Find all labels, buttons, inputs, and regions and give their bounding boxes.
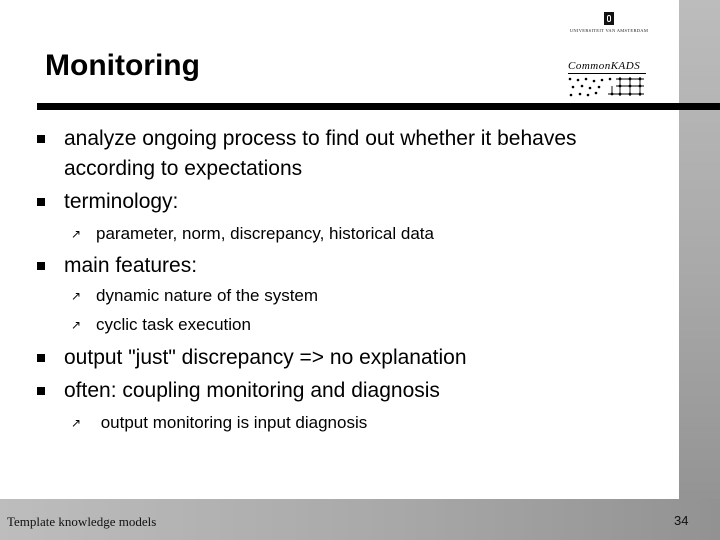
sub-bullet-item: ↗ output monitoring is input diagnosis	[71, 411, 368, 435]
bullet-item: output "just" discrepancy => no explanat…	[37, 343, 467, 373]
bullet-item: often: coupling monitoring and diagnosis	[37, 376, 440, 406]
university-name: UNIVERSITEIT VAN AMSTERDAM	[569, 28, 649, 33]
bullet-text-line: output "just" discrepancy => no explanat…	[64, 346, 467, 369]
square-bullet-icon	[37, 135, 45, 143]
slide-title: Monitoring	[45, 49, 200, 82]
bullet-item: main features:	[37, 251, 198, 281]
commonkads-logo: CommonKADS	[568, 56, 648, 97]
square-bullet-icon	[37, 354, 45, 362]
sub-bullet-text: dynamic nature of the system	[96, 286, 319, 305]
bullet-text-line: often: coupling monitoring and diagnosis	[64, 379, 440, 402]
bullet-item: analyze ongoing process to find out whet…	[37, 124, 577, 184]
bullet-text-line: terminology:	[64, 190, 179, 213]
sub-bullet-text: parameter, norm, discrepancy, historical…	[96, 224, 434, 243]
sub-bullet-text: output monitoring is input diagnosis	[96, 413, 368, 432]
bullet-item: terminology:	[37, 187, 179, 217]
square-bullet-icon	[37, 262, 45, 270]
sub-bullet-item: ↗ dynamic nature of the system	[71, 284, 319, 308]
north-east-arrow-icon: ↗	[71, 227, 82, 241]
university-emblem-icon	[604, 12, 614, 25]
square-bullet-icon	[37, 387, 45, 395]
square-bullet-icon	[37, 198, 45, 206]
north-east-arrow-icon: ↗	[71, 289, 82, 303]
north-east-arrow-icon: ↗	[71, 318, 82, 332]
bullet-text-line: according to expectations	[64, 157, 303, 180]
sub-bullet-item: ↗ parameter, norm, discrepancy, historic…	[71, 222, 434, 246]
page-number: 34	[674, 513, 689, 528]
right-decorative-bar	[679, 0, 720, 540]
sub-bullet-text: cyclic task execution	[96, 315, 251, 334]
commonkads-wordmark: CommonKADS	[568, 60, 646, 74]
north-east-arrow-icon: ↗	[71, 416, 82, 430]
footer-title: Template knowledge models	[7, 514, 157, 529]
bullet-text-line: main features:	[64, 254, 198, 277]
bullet-text-line: analyze ongoing process to find out whet…	[64, 127, 577, 150]
commonkads-grid-icon	[568, 77, 644, 97]
university-logo: UNIVERSITEIT VAN AMSTERDAM	[564, 12, 654, 38]
sub-bullet-item: ↗ cyclic task execution	[71, 313, 251, 337]
title-rule-divider	[37, 103, 720, 110]
